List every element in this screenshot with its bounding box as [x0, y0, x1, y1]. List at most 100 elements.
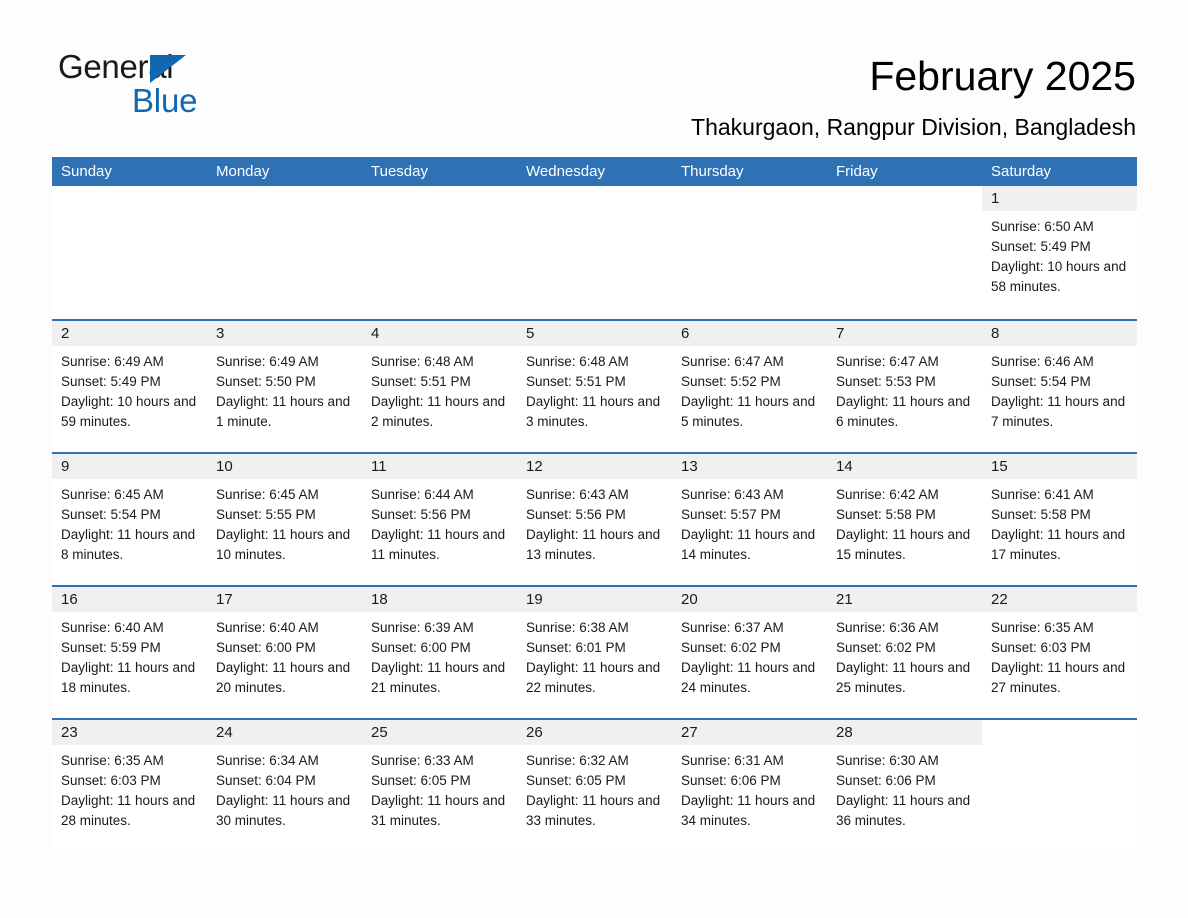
daylight-text: Daylight: 11 hours and 6 minutes. [836, 394, 971, 429]
calendar-page: General Blue February 2025 Thakurgaon, R… [0, 0, 1188, 918]
calendar-day-cell-empty [982, 720, 1137, 851]
day-number: 23 [61, 724, 78, 741]
day-sun-info: Sunrise: 6:50 AM Sunset: 5:49 PM Daylight:… [982, 211, 1137, 297]
calendar-day-cell-empty [827, 186, 982, 319]
day-number: 14 [836, 458, 853, 475]
day-sun-info: Sunrise: 6:36 AM Sunset: 6:02 PM Daylight:… [827, 612, 982, 698]
calendar-day-cell[interactable]: 5 Sunrise: 6:48 AM Sunset: 5:51 PM Daylight… [517, 321, 672, 452]
daylight-text: Daylight: 10 hours and 58 minutes. [991, 259, 1127, 294]
sunset-text: Sunset: 5:58 PM [836, 507, 936, 522]
daylight-text: Daylight: 11 hours and 34 minutes. [681, 793, 816, 828]
calendar-day-cell[interactable]: 2 Sunrise: 6:49 AM Sunset: 5:49 PM Daylight… [52, 321, 207, 452]
calendar-day-cell[interactable]: 10 Sunrise: 6:45 AM Sunset: 5:55 PM Dayligh… [207, 454, 362, 585]
day-number-band: 26 [517, 720, 672, 745]
day-number: 12 [526, 458, 543, 475]
day-sun-info: Sunrise: 6:45 AM Sunset: 5:54 PM Daylight:… [52, 479, 207, 565]
calendar-day-cell[interactable]: 14 Sunrise: 6:42 AM Sunset: 5:58 PM Dayligh… [827, 454, 982, 585]
day-sun-info: Sunrise: 6:48 AM Sunset: 5:51 PM Daylight:… [362, 346, 517, 432]
daylight-text: Daylight: 11 hours and 15 minutes. [836, 527, 971, 562]
sunset-text: Sunset: 5:54 PM [61, 507, 161, 522]
sunrise-text: Sunrise: 6:46 AM [991, 354, 1094, 369]
sunrise-text: Sunrise: 6:45 AM [61, 487, 164, 502]
page-subtitle-location: Thakurgaon, Rangpur Division, Bangladesh [691, 114, 1136, 140]
day-number-band: 6 [672, 321, 827, 346]
daylight-text: Daylight: 11 hours and 17 minutes. [991, 527, 1126, 562]
calendar-day-cell[interactable]: 19 Sunrise: 6:38 AM Sunset: 6:01 PM Dayligh… [517, 587, 672, 718]
day-number-band [207, 186, 362, 211]
sunset-text: Sunset: 6:00 PM [371, 640, 471, 655]
day-number-band: 10 [207, 454, 362, 479]
sunrise-text: Sunrise: 6:47 AM [681, 354, 784, 369]
day-number-band [827, 186, 982, 211]
sunrise-text: Sunrise: 6:32 AM [526, 753, 629, 768]
day-number: 16 [61, 591, 78, 608]
day-number-band [362, 186, 517, 211]
calendar-day-cell[interactable]: 22 Sunrise: 6:35 AM Sunset: 6:03 PM Dayligh… [982, 587, 1137, 718]
calendar-day-cell[interactable]: 12 Sunrise: 6:43 AM Sunset: 5:56 PM Dayligh… [517, 454, 672, 585]
day-number-band: 11 [362, 454, 517, 479]
day-number-band: 20 [672, 587, 827, 612]
day-number-band: 18 [362, 587, 517, 612]
sunset-text: Sunset: 6:06 PM [836, 773, 936, 788]
sunset-text: Sunset: 5:55 PM [216, 507, 316, 522]
sunset-text: Sunset: 5:50 PM [216, 374, 316, 389]
day-number-band: 15 [982, 454, 1137, 479]
day-number-band [982, 720, 1137, 745]
sunset-text: Sunset: 5:58 PM [991, 507, 1091, 522]
calendar-day-cell[interactable]: 21 Sunrise: 6:36 AM Sunset: 6:02 PM Dayligh… [827, 587, 982, 718]
calendar-day-cell[interactable]: 23 Sunrise: 6:35 AM Sunset: 6:03 PM Dayligh… [52, 720, 207, 851]
calendar-day-cell[interactable]: 6 Sunrise: 6:47 AM Sunset: 5:52 PM Daylight… [672, 321, 827, 452]
calendar-day-cell[interactable]: 4 Sunrise: 6:48 AM Sunset: 5:51 PM Daylight… [362, 321, 517, 452]
day-number-band: 17 [207, 587, 362, 612]
daylight-text: Daylight: 11 hours and 5 minutes. [681, 394, 816, 429]
sunset-text: Sunset: 6:05 PM [526, 773, 626, 788]
calendar-day-cell[interactable]: 18 Sunrise: 6:39 AM Sunset: 6:00 PM Dayligh… [362, 587, 517, 718]
calendar-day-cell[interactable]: 24 Sunrise: 6:34 AM Sunset: 6:04 PM Dayligh… [207, 720, 362, 851]
sunset-text: Sunset: 6:01 PM [526, 640, 626, 655]
sunrise-text: Sunrise: 6:40 AM [216, 620, 319, 635]
calendar-day-cell[interactable]: 16 Sunrise: 6:40 AM Sunset: 5:59 PM Dayligh… [52, 587, 207, 718]
daylight-text: Daylight: 11 hours and 33 minutes. [526, 793, 661, 828]
day-number-band [52, 186, 207, 211]
daylight-text: Daylight: 10 hours and 59 minutes. [61, 394, 197, 429]
day-number-band: 7 [827, 321, 982, 346]
calendar-day-cell-empty [207, 186, 362, 319]
calendar-day-cell[interactable]: 28 Sunrise: 6:30 AM Sunset: 6:06 PM Dayligh… [827, 720, 982, 851]
calendar-day-cell[interactable]: 27 Sunrise: 6:31 AM Sunset: 6:06 PM Dayligh… [672, 720, 827, 851]
day-number-band: 2 [52, 321, 207, 346]
calendar-day-cell[interactable]: 17 Sunrise: 6:40 AM Sunset: 6:00 PM Dayligh… [207, 587, 362, 718]
daylight-text: Daylight: 11 hours and 7 minutes. [991, 394, 1126, 429]
daylight-text: Daylight: 11 hours and 25 minutes. [836, 660, 971, 695]
calendar-day-cell[interactable]: 15 Sunrise: 6:41 AM Sunset: 5:58 PM Dayligh… [982, 454, 1137, 585]
day-number-band: 8 [982, 321, 1137, 346]
calendar-day-cell[interactable]: 13 Sunrise: 6:43 AM Sunset: 5:57 PM Dayligh… [672, 454, 827, 585]
day-number: 26 [526, 724, 543, 741]
day-sun-info: Sunrise: 6:38 AM Sunset: 6:01 PM Daylight:… [517, 612, 672, 698]
day-sun-info: Sunrise: 6:43 AM Sunset: 5:57 PM Daylight:… [672, 479, 827, 565]
day-sun-info: Sunrise: 6:47 AM Sunset: 5:53 PM Daylight:… [827, 346, 982, 432]
calendar-day-cell[interactable]: 7 Sunrise: 6:47 AM Sunset: 5:53 PM Daylight… [827, 321, 982, 452]
calendar-day-cell[interactable]: 8 Sunrise: 6:46 AM Sunset: 5:54 PM Daylight… [982, 321, 1137, 452]
calendar-day-cell[interactable]: 9 Sunrise: 6:45 AM Sunset: 5:54 PM Daylight… [52, 454, 207, 585]
sunrise-text: Sunrise: 6:47 AM [836, 354, 939, 369]
day-number: 22 [991, 591, 1008, 608]
day-number-band: 12 [517, 454, 672, 479]
day-sun-info: Sunrise: 6:34 AM Sunset: 6:04 PM Daylight:… [207, 745, 362, 831]
calendar-day-cell[interactable]: 20 Sunrise: 6:37 AM Sunset: 6:02 PM Dayligh… [672, 587, 827, 718]
calendar-day-cell[interactable]: 26 Sunrise: 6:32 AM Sunset: 6:05 PM Dayligh… [517, 720, 672, 851]
daylight-text: Daylight: 11 hours and 3 minutes. [526, 394, 661, 429]
calendar-day-cell[interactable]: 1 Sunrise: 6:50 AM Sunset: 5:49 PM Daylight… [982, 186, 1137, 319]
daylight-text: Daylight: 11 hours and 20 minutes. [216, 660, 351, 695]
calendar-day-cell[interactable]: 3 Sunrise: 6:49 AM Sunset: 5:50 PM Daylight… [207, 321, 362, 452]
calendar-week-row: 23 Sunrise: 6:35 AM Sunset: 6:03 PM Dayligh… [52, 718, 1137, 851]
day-number: 7 [836, 325, 845, 342]
calendar-day-cell-empty [672, 186, 827, 319]
day-sun-info: Sunrise: 6:32 AM Sunset: 6:05 PM Daylight:… [517, 745, 672, 831]
sunrise-text: Sunrise: 6:48 AM [526, 354, 629, 369]
calendar-week-row: 16 Sunrise: 6:40 AM Sunset: 5:59 PM Dayligh… [52, 585, 1137, 718]
day-number: 20 [681, 591, 698, 608]
day-sun-info: Sunrise: 6:39 AM Sunset: 6:00 PM Daylight:… [362, 612, 517, 698]
day-number-band: 4 [362, 321, 517, 346]
calendar-day-cell[interactable]: 11 Sunrise: 6:44 AM Sunset: 5:56 PM Dayligh… [362, 454, 517, 585]
calendar-day-cell[interactable]: 25 Sunrise: 6:33 AM Sunset: 6:05 PM Dayligh… [362, 720, 517, 851]
